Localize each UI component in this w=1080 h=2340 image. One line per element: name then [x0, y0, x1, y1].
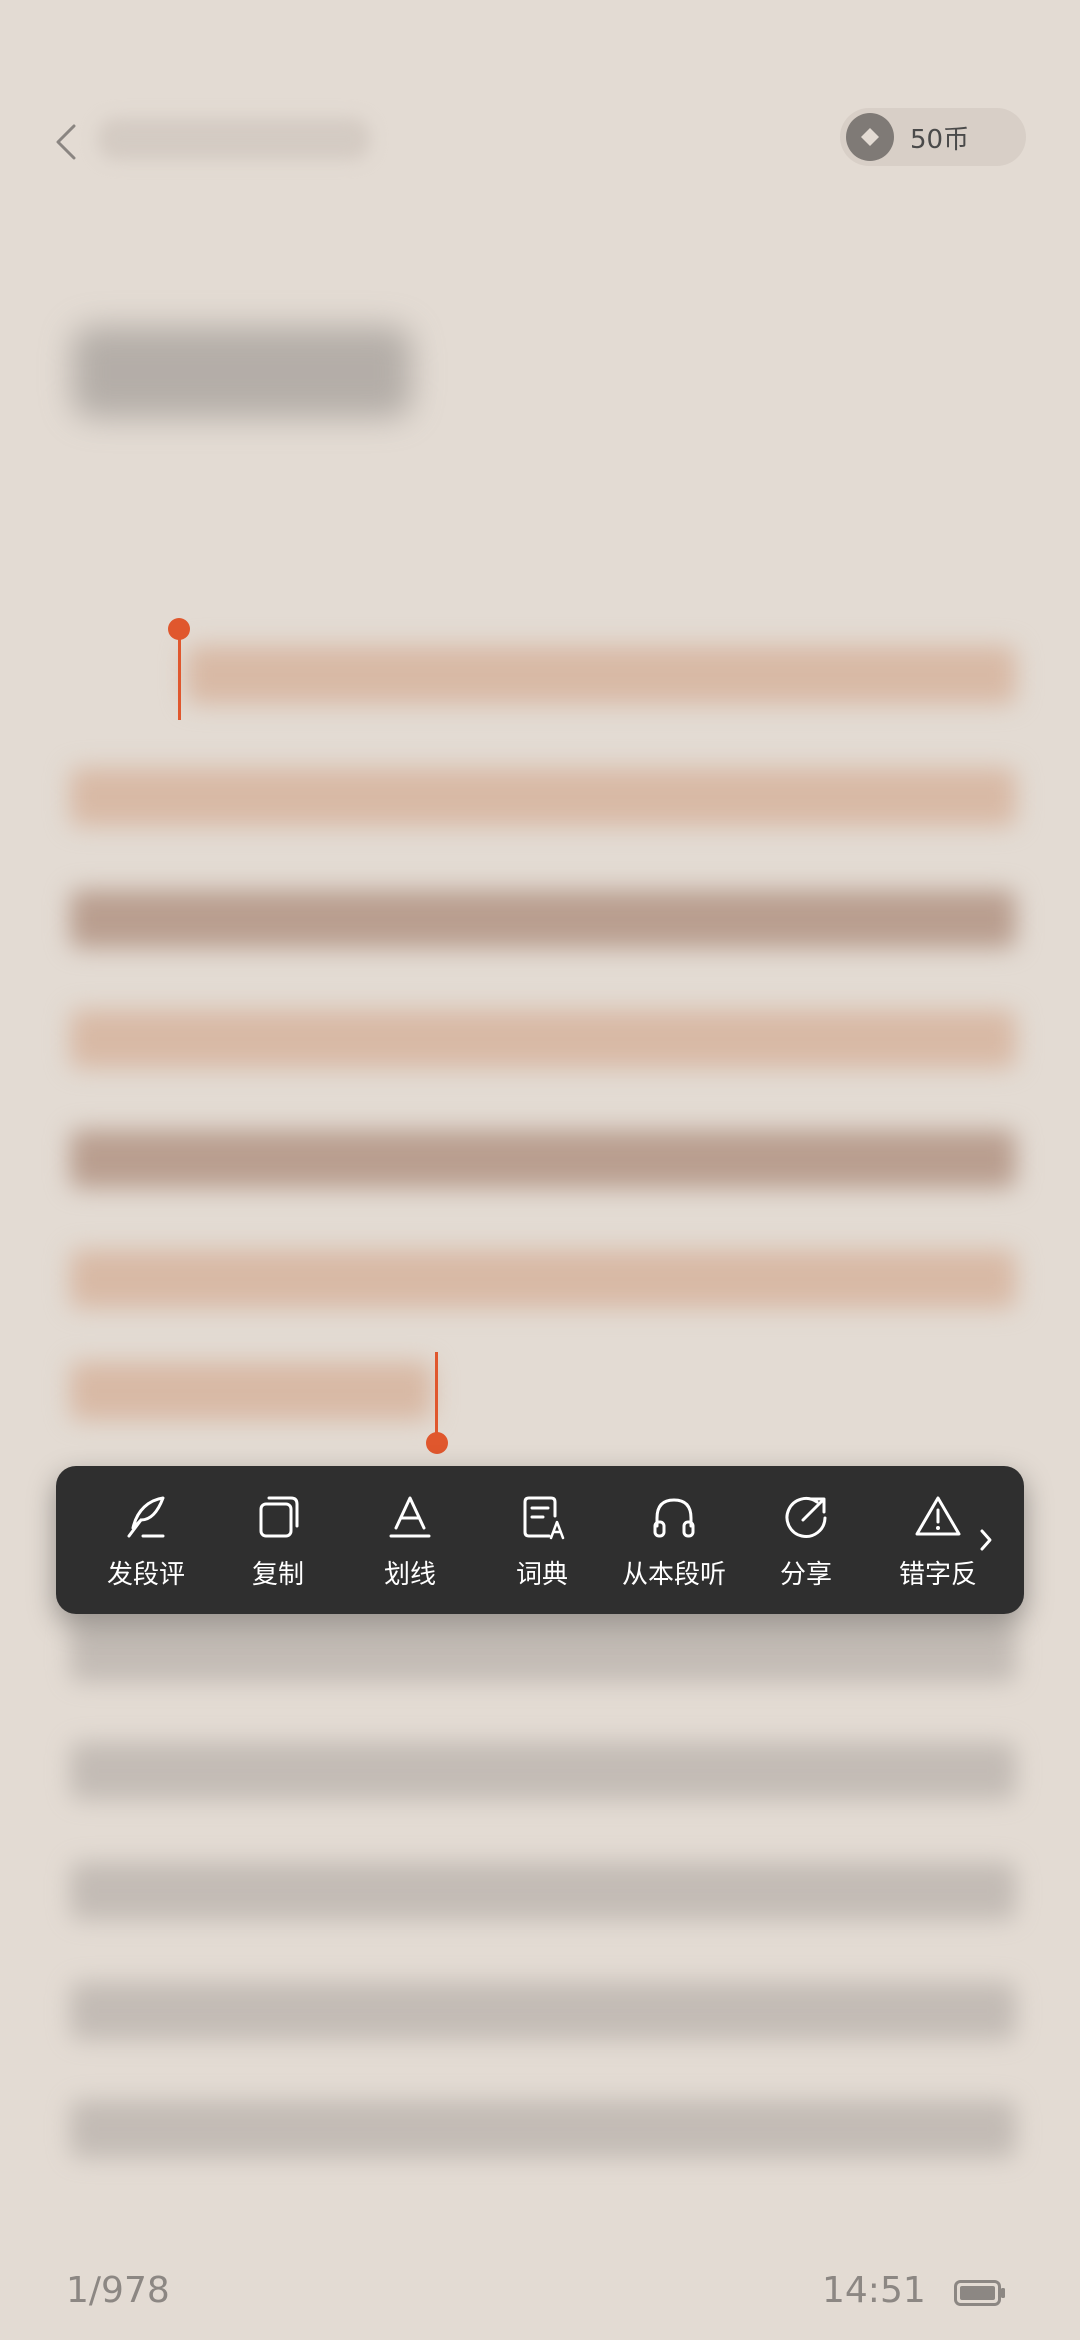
- menu-item-label: 从本段听: [621, 1559, 726, 1590]
- text-line: [70, 1982, 1016, 2040]
- coin-balance-label: 50币: [910, 124, 970, 155]
- menu-more-button[interactable]: [966, 1516, 1006, 1564]
- share-button[interactable]: 分享: [740, 1466, 872, 1614]
- listen-from-paragraph-button[interactable]: 从本段听: [608, 1466, 740, 1614]
- blurred-book-title: [98, 118, 370, 160]
- text-line: [186, 646, 1016, 704]
- underline-icon: [389, 1496, 431, 1537]
- text-line: [70, 1130, 1016, 1188]
- dictionary-button[interactable]: 词典: [476, 1466, 608, 1614]
- text-line: [70, 1624, 1016, 1682]
- comment-paragraph-button[interactable]: 发段评: [80, 1466, 212, 1614]
- menu-item-label: 分享: [779, 1559, 832, 1590]
- text-line: [70, 1362, 432, 1420]
- copy-icon: [259, 1496, 299, 1537]
- chevron-right-icon: [980, 1529, 992, 1551]
- warning-icon: [915, 1496, 961, 1535]
- text-line: [70, 768, 1016, 826]
- underline-button[interactable]: 划线: [344, 1466, 476, 1614]
- quill-icon: [127, 1496, 165, 1537]
- selection-context-menu: 发段评 复制 划线 词典 从本段听 分享 错字反: [56, 1466, 1024, 1614]
- menu-item-label: 词典: [515, 1559, 568, 1590]
- copy-button[interactable]: 复制: [212, 1466, 344, 1614]
- clock: 14:51: [822, 2270, 926, 2311]
- share-icon: [785, 1496, 827, 1538]
- menu-item-label: 划线: [383, 1559, 436, 1590]
- headphones-icon: [653, 1497, 695, 1537]
- page-indicator: 1/978: [66, 2270, 170, 2311]
- text-line: [70, 1862, 1016, 1920]
- coin-icon: [846, 113, 894, 161]
- back-button[interactable]: [44, 114, 88, 170]
- dictionary-icon: [523, 1496, 565, 1539]
- text-line: [70, 1250, 1016, 1308]
- menu-item-label: 发段评: [106, 1559, 185, 1590]
- text-line: [70, 2100, 1016, 2158]
- blurred-chapter-title: [72, 326, 412, 418]
- text-line: [70, 890, 1016, 948]
- battery-icon: [954, 2280, 1005, 2306]
- menu-item-label: 复制: [251, 1559, 304, 1590]
- coin-balance-button[interactable]: 50币: [840, 108, 1026, 166]
- text-line: [70, 1010, 1016, 1068]
- reader-screen: 50币 发段评 复制 划线 词典 从本段听 分享 错字反 1/978 14:51: [0, 0, 1080, 2340]
- text-line: [70, 1742, 1016, 1800]
- chevron-left-icon: [56, 124, 76, 160]
